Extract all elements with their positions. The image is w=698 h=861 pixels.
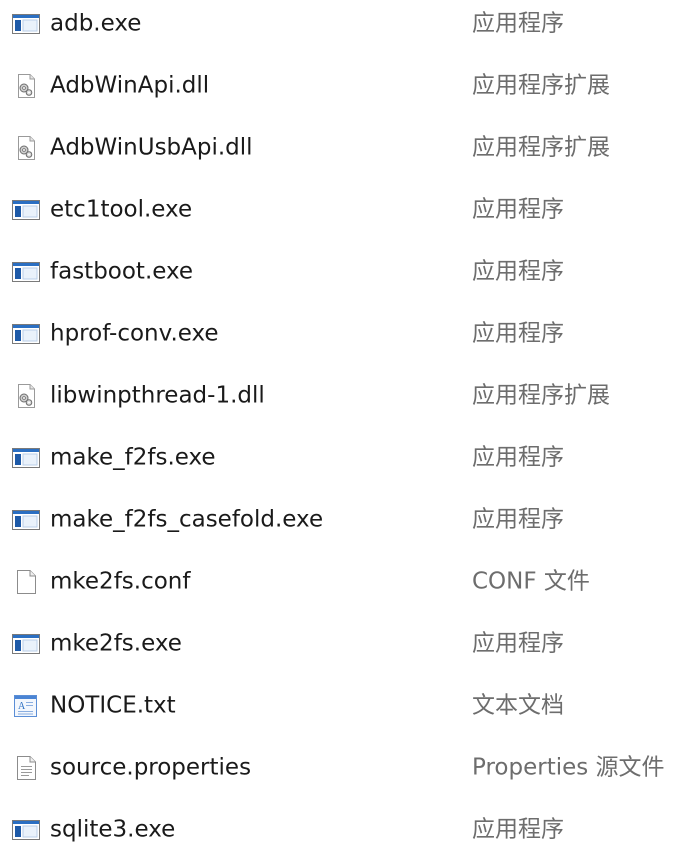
file-row[interactable]: sqlite3.exe 应用程序 xyxy=(0,799,698,861)
file-row[interactable]: AdbWinUsbApi.dll 应用程序扩展 xyxy=(0,117,698,179)
exe-icon xyxy=(12,260,40,284)
file-type: Properties 源文件 xyxy=(472,754,665,781)
file-name: source.properties xyxy=(50,754,252,781)
file-type: 应用程序 xyxy=(472,320,564,347)
file-name: NOTICE.txt xyxy=(50,692,176,719)
dll-icon xyxy=(12,136,40,160)
file-name: AdbWinApi.dll xyxy=(50,72,210,99)
file-row[interactable]: source.properties Properties 源文件 xyxy=(0,737,698,799)
file-row[interactable]: libwinpthread-1.dll 应用程序扩展 xyxy=(0,365,698,427)
file-type: 文本文档 xyxy=(472,692,564,719)
file-name: make_f2fs_casefold.exe xyxy=(50,506,324,533)
file-row[interactable]: fastboot.exe 应用程序 xyxy=(0,241,698,303)
properties-file-icon xyxy=(12,756,40,780)
file-name: make_f2fs.exe xyxy=(50,444,216,471)
file-row[interactable]: adb.exe 应用程序 xyxy=(0,0,698,55)
svg-text:A: A xyxy=(18,701,26,712)
exe-icon xyxy=(12,446,40,470)
file-name: sqlite3.exe xyxy=(50,816,176,843)
file-type: 应用程序 xyxy=(472,630,564,657)
file-type: 应用程序 xyxy=(472,444,564,471)
exe-icon xyxy=(12,198,40,222)
dll-icon xyxy=(12,74,40,98)
exe-icon xyxy=(12,818,40,842)
file-row[interactable]: mke2fs.exe 应用程序 xyxy=(0,613,698,675)
file-type: 应用程序 xyxy=(472,10,564,37)
exe-icon xyxy=(12,12,40,36)
file-type: 应用程序扩展 xyxy=(472,382,610,409)
file-name: AdbWinUsbApi.dll xyxy=(50,134,253,161)
file-type: 应用程序 xyxy=(472,506,564,533)
file-type: 应用程序 xyxy=(472,816,564,843)
file-name: fastboot.exe xyxy=(50,258,194,285)
file-row[interactable]: make_f2fs.exe 应用程序 xyxy=(0,427,698,489)
file-row[interactable]: A NOTICE.txt 文本文档 xyxy=(0,675,698,737)
dll-icon xyxy=(12,384,40,408)
exe-icon xyxy=(12,632,40,656)
file-type: 应用程序 xyxy=(472,196,564,223)
file-name: mke2fs.conf xyxy=(50,568,191,595)
file-row[interactable]: hprof-conv.exe 应用程序 xyxy=(0,303,698,365)
exe-icon xyxy=(12,322,40,346)
file-name: libwinpthread-1.dll xyxy=(50,382,265,409)
file-type: CONF 文件 xyxy=(472,568,590,595)
file-list: adb.exe 应用程序 AdbWinApi.dll 应用程序扩展 AdbWin… xyxy=(0,0,698,854)
file-row[interactable]: make_f2fs_casefold.exe 应用程序 xyxy=(0,489,698,551)
text-document-icon: A xyxy=(12,694,40,718)
file-name: hprof-conv.exe xyxy=(50,320,219,347)
file-name: etc1tool.exe xyxy=(50,196,193,223)
file-row[interactable]: mke2fs.conf CONF 文件 xyxy=(0,551,698,613)
file-type: 应用程序 xyxy=(472,258,564,285)
file-row[interactable]: etc1tool.exe 应用程序 xyxy=(0,179,698,241)
file-name: mke2fs.exe xyxy=(50,630,182,657)
exe-icon xyxy=(12,508,40,532)
file-type: 应用程序扩展 xyxy=(472,72,610,99)
file-type: 应用程序扩展 xyxy=(472,134,610,161)
file-row[interactable]: AdbWinApi.dll 应用程序扩展 xyxy=(0,55,698,117)
blank-file-icon xyxy=(12,570,40,594)
file-name: adb.exe xyxy=(50,10,142,37)
